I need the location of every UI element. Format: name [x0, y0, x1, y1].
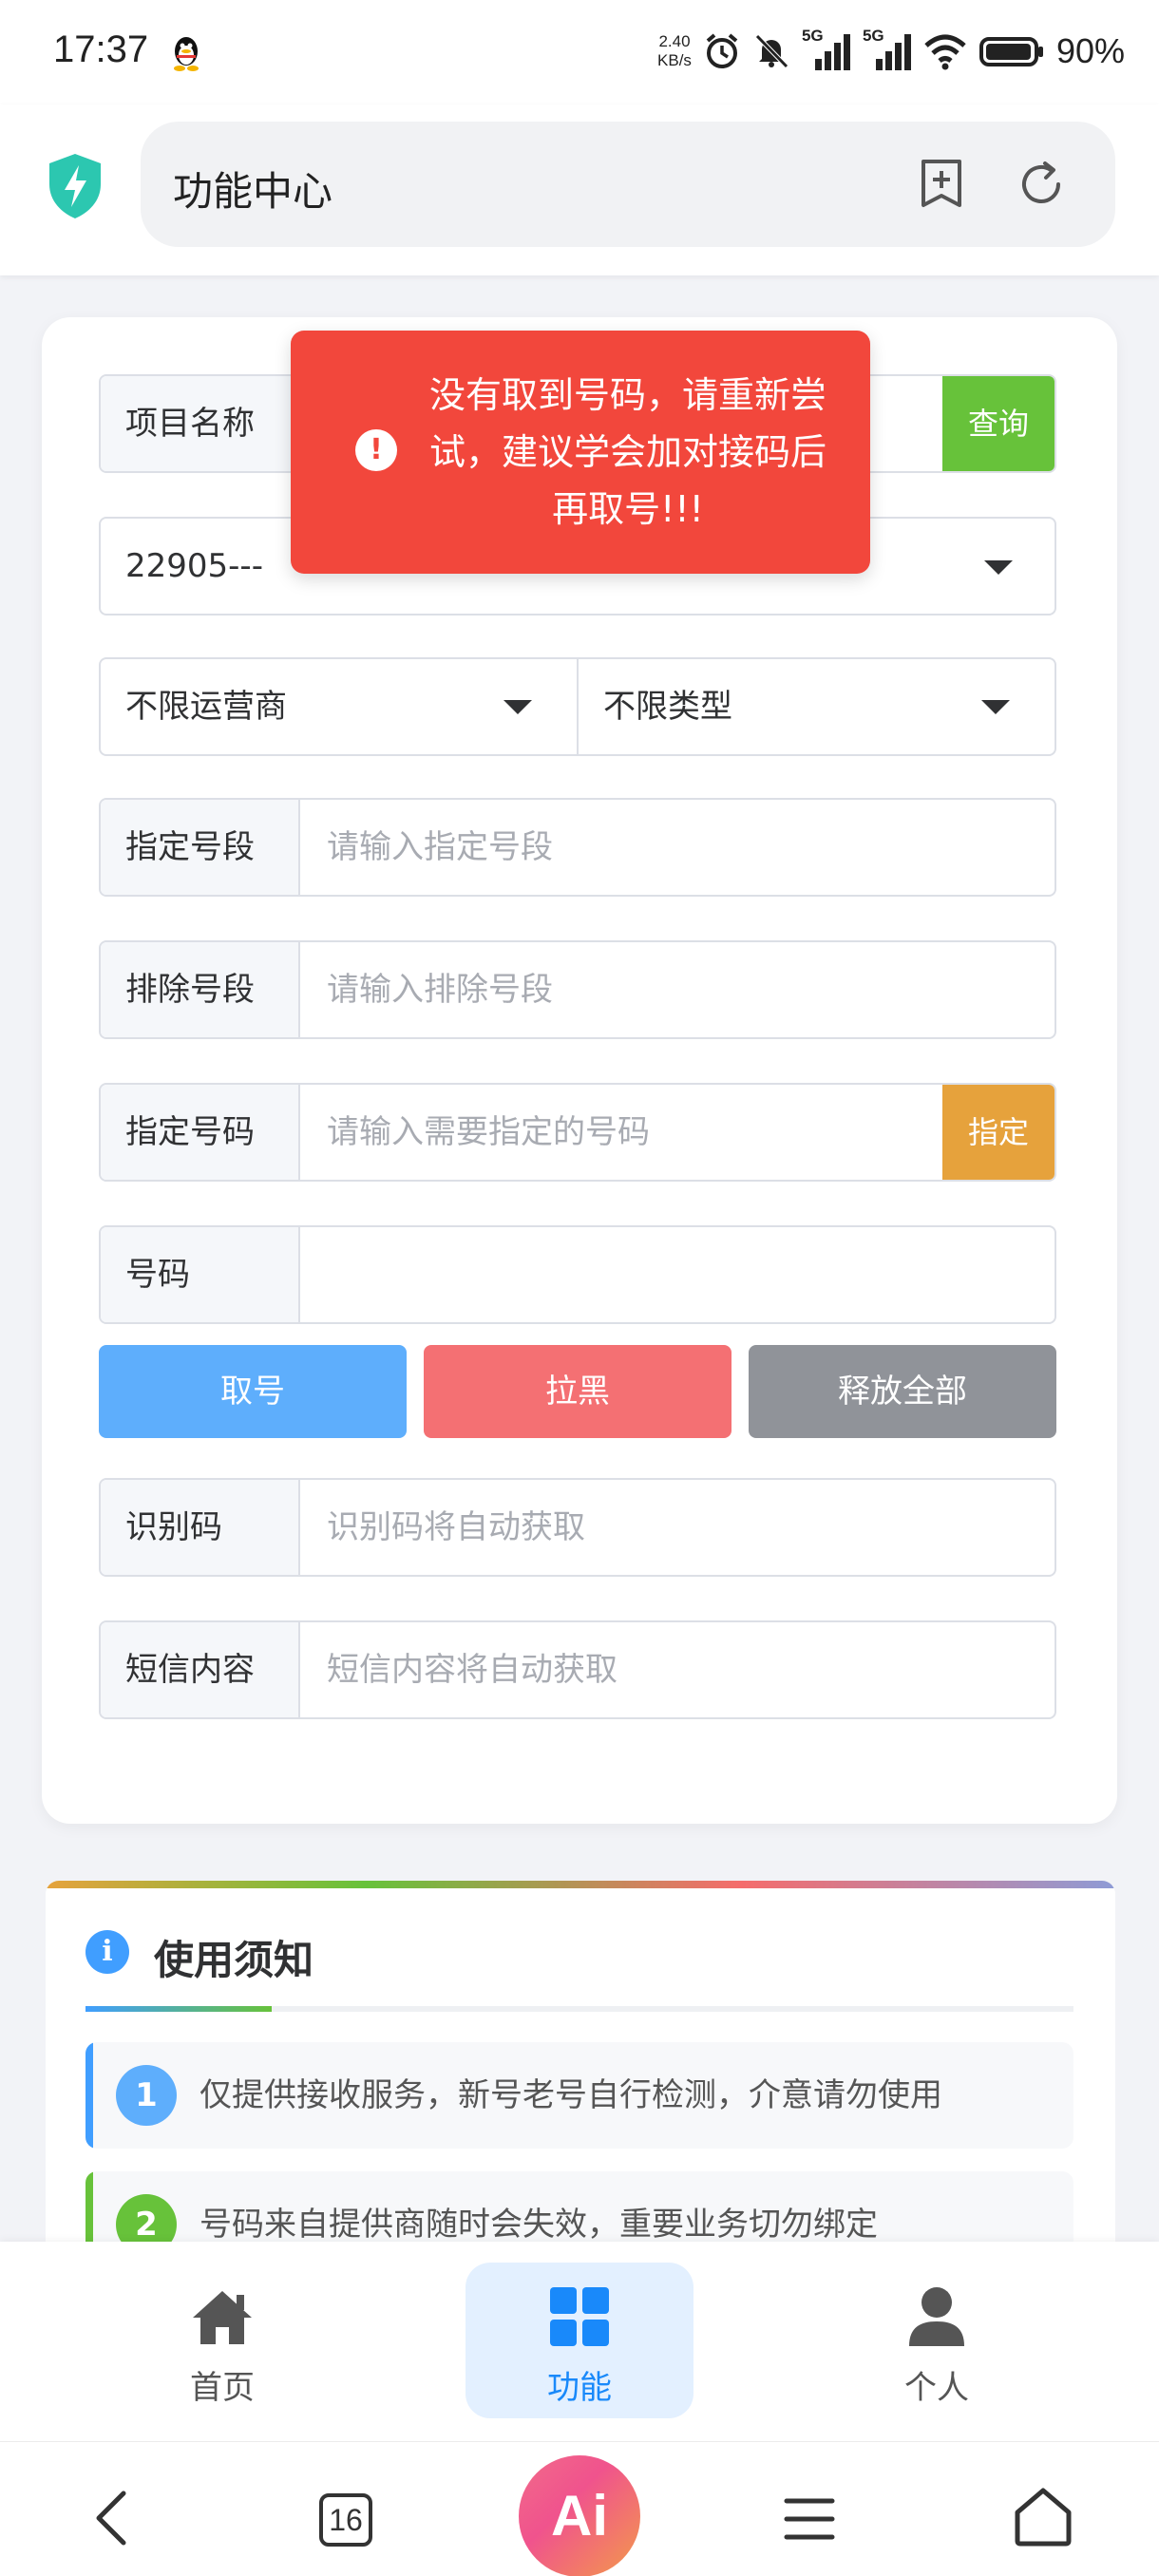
- network-speed: 2.40 KB/s: [657, 32, 692, 69]
- notice-top-stripe: [46, 1881, 1115, 1888]
- battery-icon: [978, 37, 1043, 66]
- filter-row: 不限运营商 不限类型: [99, 657, 1056, 756]
- exclude-row: 排除号段 请输入排除号段: [99, 940, 1056, 1039]
- notice-number: 1: [116, 2065, 177, 2126]
- number-row: 号码: [99, 1225, 1056, 1324]
- qq-penguin-icon: [174, 37, 199, 71]
- bell-muted-icon: [755, 34, 788, 68]
- signal-1: 5G: [802, 27, 851, 72]
- operator-select[interactable]: 不限运营商: [99, 657, 579, 756]
- signal-2: 5G: [863, 27, 912, 72]
- nav-home[interactable]: 首页: [108, 2263, 336, 2418]
- home-outline-icon[interactable]: [1013, 2486, 1074, 2548]
- specify-number-row: 指定号码 请输入需要指定的号码 指定: [99, 1083, 1056, 1182]
- project-name-label: 项目名称: [101, 376, 300, 471]
- exclude-label: 排除号段: [101, 942, 300, 1037]
- reload-icon[interactable]: [1016, 160, 1066, 209]
- ai-assistant-button[interactable]: Ai: [519, 2455, 640, 2576]
- project-select-value: 22905---: [125, 547, 263, 585]
- menu-icon[interactable]: [783, 2495, 836, 2543]
- back-arrow-icon[interactable]: [91, 2490, 133, 2547]
- number-label: 号码: [101, 1227, 300, 1322]
- error-toast: ! 没有取到号码，请重新尝试，建议学会加对接码后再取号!!!: [291, 331, 870, 574]
- error-icon: !: [355, 429, 397, 471]
- block-button[interactable]: 拉黑: [424, 1345, 732, 1438]
- chevron-down-icon: [981, 700, 1010, 714]
- nav-function-label: 功能: [547, 2369, 612, 2407]
- segment-label: 指定号段: [101, 800, 300, 895]
- nav-function[interactable]: 功能: [466, 2263, 694, 2418]
- home-icon: [193, 2291, 252, 2344]
- exclude-input[interactable]: 请输入排除号段: [302, 942, 1054, 1037]
- query-button[interactable]: 查询: [942, 376, 1054, 471]
- action-buttons: 取号 拉黑 释放全部: [99, 1345, 1056, 1438]
- chevron-down-icon: [984, 560, 1013, 575]
- toast-message: 没有取到号码，请重新尝试，建议学会加对接码后再取号!!!: [428, 374, 826, 530]
- chevron-down-icon: [504, 700, 532, 714]
- app-bottom-nav: 首页 功能 个人: [0, 2242, 1159, 2441]
- person-icon: [909, 2287, 964, 2346]
- page-title: 功能中心: [173, 168, 333, 215]
- type-select[interactable]: 不限类型: [577, 657, 1056, 756]
- notice-item: 1 仅提供接收服务，新号老号自行检测，介意请勿使用: [86, 2042, 1074, 2149]
- status-bar: 17:37 2.40 KB/s 5G 5G 90%: [0, 0, 1159, 104]
- grid-icon: [550, 2287, 609, 2346]
- status-time: 17:37: [53, 28, 149, 70]
- shield-lightning-icon[interactable]: [46, 152, 104, 220]
- address-bar[interactable]: 功能中心: [141, 122, 1115, 247]
- signal-bars-icon: [875, 34, 911, 70]
- notice-title: 使用须知: [154, 1937, 314, 1983]
- browser-toolbar: 功能中心: [0, 104, 1159, 275]
- info-icon: i: [86, 1930, 129, 1974]
- add-bookmark-icon[interactable]: [916, 158, 967, 209]
- specify-button[interactable]: 指定: [942, 1085, 1054, 1180]
- operator-select-value: 不限运营商: [125, 688, 287, 726]
- code-field[interactable]: 识别码将自动获取: [302, 1480, 1054, 1575]
- release-all-button[interactable]: 释放全部: [749, 1345, 1056, 1438]
- tabs-count-button[interactable]: 16: [319, 2493, 372, 2547]
- notice-card: i 使用须知 1 仅提供接收服务，新号老号自行检测，介意请勿使用 2 号码来自提…: [46, 1881, 1115, 2280]
- signal-bars-icon: [814, 34, 850, 70]
- browser-bottom-bar: 16 Ai: [0, 2441, 1159, 2576]
- nav-profile[interactable]: 个人: [823, 2263, 1051, 2418]
- wifi-icon: [924, 34, 966, 70]
- number-field[interactable]: [302, 1227, 1054, 1322]
- ai-label: Ai: [551, 2484, 608, 2548]
- type-select-value: 不限类型: [603, 688, 732, 726]
- code-label: 识别码: [101, 1480, 300, 1575]
- nav-profile-label: 个人: [904, 2369, 969, 2407]
- sms-row: 短信内容 短信内容将自动获取: [99, 1620, 1056, 1719]
- divider-accent: [86, 2006, 272, 2012]
- sms-field[interactable]: 短信内容将自动获取: [302, 1622, 1054, 1717]
- segment-row: 指定号段 请输入指定号段: [99, 798, 1056, 897]
- battery-percent: 90%: [1055, 31, 1125, 70]
- segment-input[interactable]: 请输入指定号段: [302, 800, 1054, 895]
- notice-text: 仅提供接收服务，新号老号自行检测，介意请勿使用: [200, 2076, 942, 2114]
- sms-label: 短信内容: [101, 1622, 300, 1717]
- alarm-icon: [706, 33, 738, 68]
- get-number-button[interactable]: 取号: [99, 1345, 407, 1438]
- specify-number-label: 指定号码: [101, 1085, 300, 1180]
- nav-home-label: 首页: [190, 2369, 255, 2407]
- code-row: 识别码 识别码将自动获取: [99, 1478, 1056, 1577]
